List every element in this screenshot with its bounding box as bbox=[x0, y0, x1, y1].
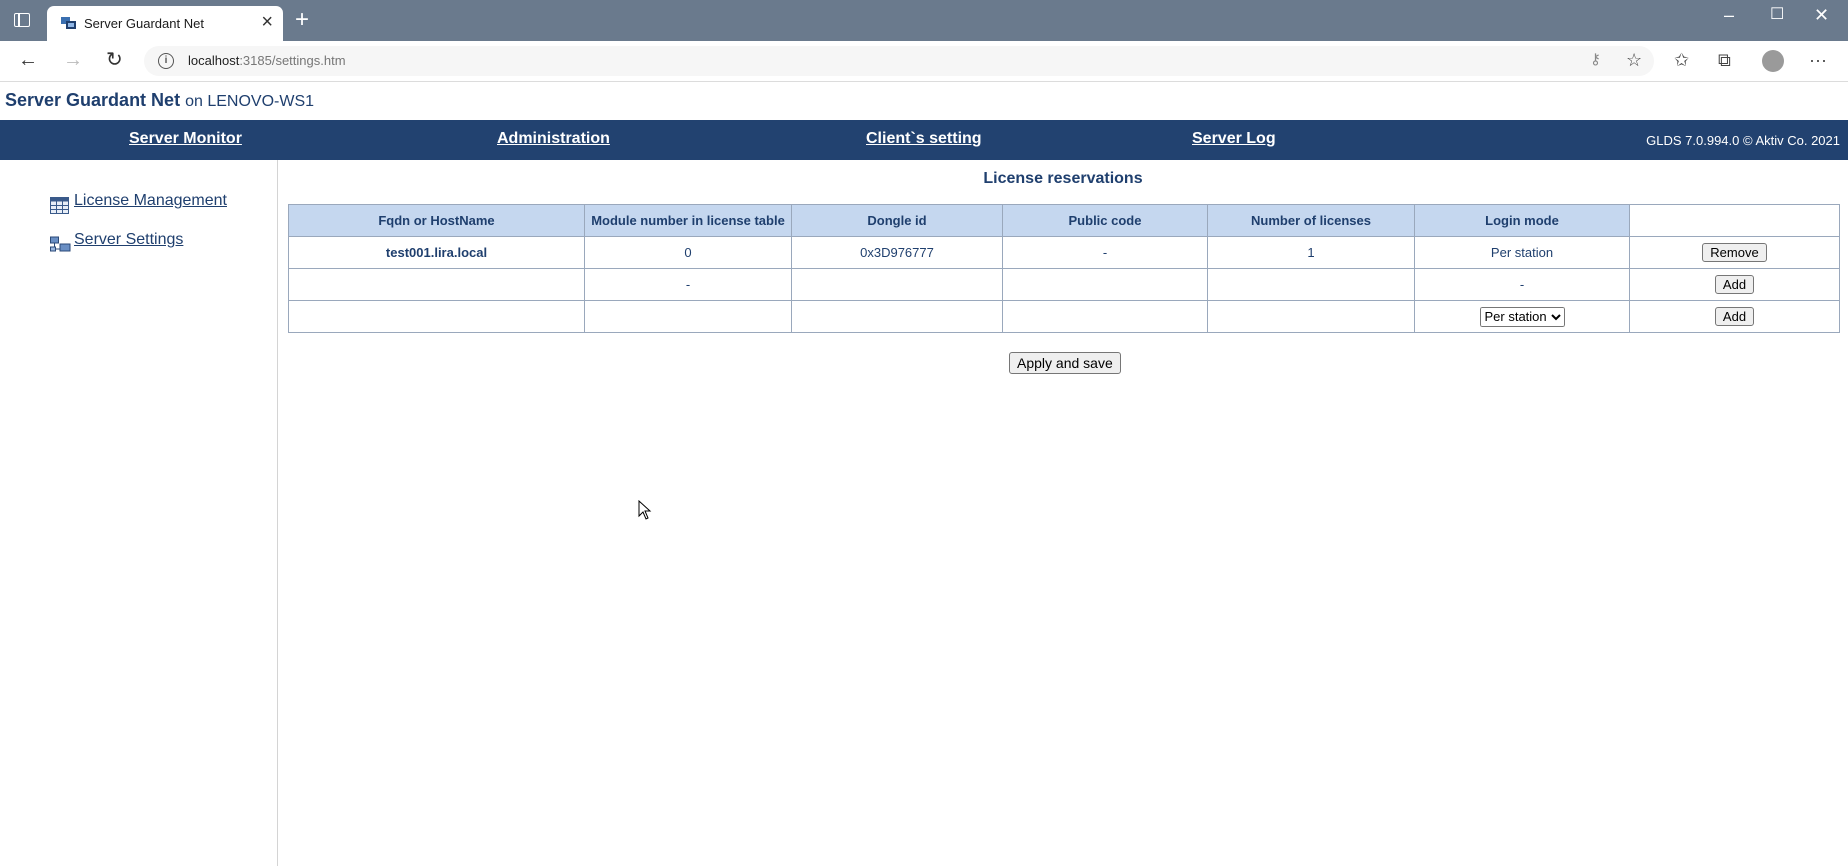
cell-login-mode: Per station bbox=[1414, 236, 1630, 269]
tab-actions-icon[interactable] bbox=[14, 13, 30, 27]
url-text: localhost:3185/settings.htm bbox=[188, 53, 346, 68]
site-info-icon[interactable]: i bbox=[158, 53, 174, 69]
col-header-dongle: Dongle id bbox=[791, 204, 1003, 237]
cell-module: 0 bbox=[584, 236, 792, 269]
collections-icon[interactable]: ⧉ bbox=[1718, 49, 1731, 71]
sidebar-item-label[interactable]: License Management bbox=[74, 192, 227, 210]
table-icon bbox=[50, 197, 69, 214]
add-favorite-icon[interactable]: ☆ bbox=[1626, 49, 1642, 71]
cell-login-mode: - bbox=[1414, 268, 1630, 301]
cell-action: Remove bbox=[1629, 236, 1840, 269]
sidebar-item-label[interactable]: Server Settings bbox=[74, 231, 183, 249]
reload-icon[interactable]: ↻ bbox=[106, 49, 123, 71]
license-reservations-table: Fqdn or HostName Module number in licens… bbox=[288, 204, 1840, 333]
cell-action: Add bbox=[1629, 300, 1840, 333]
forward-icon[interactable]: → bbox=[63, 49, 83, 71]
main-navbar: Server Monitor Administration Client`s s… bbox=[0, 120, 1848, 160]
new-tab-icon[interactable]: + bbox=[295, 8, 309, 32]
version-info: GLDS 7.0.994.0 © Aktiv Co. 2021 bbox=[1646, 133, 1840, 148]
add-button[interactable]: Add bbox=[1714, 275, 1755, 294]
table-header-row: Fqdn or HostName Module number in licens… bbox=[288, 204, 1840, 237]
page-title: Server Guardant Net on LENOVO-WS1 bbox=[5, 90, 314, 111]
browser-titlebar: Server Guardant Net × + – ☐ ✕ bbox=[0, 0, 1848, 41]
minimize-icon[interactable]: – bbox=[1724, 4, 1734, 26]
address-field[interactable]: i localhost:3185/settings.htm bbox=[144, 46, 1654, 76]
favorites-icon[interactable]: ✩ bbox=[1674, 49, 1689, 71]
browser-tab[interactable]: Server Guardant Net × bbox=[47, 6, 283, 41]
nav-administration[interactable]: Administration bbox=[497, 130, 610, 148]
address-toolbar: ← → ↻ i localhost:3185/settings.htm ⚷ ☆ … bbox=[0, 41, 1848, 82]
back-icon[interactable]: ← bbox=[18, 49, 38, 71]
cell-host bbox=[288, 300, 585, 333]
cell-dongle bbox=[791, 300, 1003, 333]
cell-public-code bbox=[1002, 268, 1208, 301]
cell-login-mode: Per station bbox=[1414, 300, 1630, 333]
close-tab-icon[interactable]: × bbox=[261, 12, 273, 32]
network-servers-icon bbox=[50, 236, 71, 252]
cell-host: test001.lira.local bbox=[288, 236, 585, 269]
cell-public-code: - bbox=[1002, 236, 1208, 269]
nav-clients-setting[interactable]: Client`s setting bbox=[866, 130, 982, 148]
cell-host bbox=[288, 268, 585, 301]
sidebar: License Management Server Settings bbox=[0, 160, 278, 866]
cell-public-code bbox=[1002, 300, 1208, 333]
nav-server-log[interactable]: Server Log bbox=[1192, 130, 1276, 148]
more-menu-icon[interactable]: ··· bbox=[1809, 49, 1827, 71]
apply-and-save-button[interactable]: Apply and save bbox=[1009, 352, 1121, 374]
url-path: :3185/settings.htm bbox=[239, 53, 346, 68]
cell-module: - bbox=[584, 268, 792, 301]
app-name: Server Guardant Net bbox=[5, 90, 181, 110]
server-guardant-favicon-icon bbox=[61, 17, 76, 29]
table-row: Per station Add bbox=[288, 300, 1840, 333]
cell-dongle: 0x3D976777 bbox=[791, 236, 1003, 269]
nav-server-monitor[interactable]: Server Monitor bbox=[129, 130, 242, 148]
key-icon[interactable]: ⚷ bbox=[1590, 49, 1601, 71]
col-header-action bbox=[1629, 204, 1840, 237]
remove-button[interactable]: Remove bbox=[1702, 243, 1767, 262]
license-reservations-title: License reservations bbox=[983, 170, 1143, 187]
col-header-module: Module number in license table bbox=[584, 204, 792, 237]
url-host: localhost bbox=[188, 53, 240, 68]
add-button[interactable]: Add bbox=[1714, 307, 1755, 326]
login-mode-select[interactable]: Per station bbox=[1479, 306, 1565, 327]
maximize-icon[interactable]: ☐ bbox=[1770, 4, 1784, 26]
host-name: on LENOVO-WS1 bbox=[185, 93, 315, 110]
profile-avatar-icon[interactable] bbox=[1762, 50, 1784, 72]
cell-action: Add bbox=[1629, 268, 1840, 301]
cell-licenses bbox=[1207, 300, 1415, 333]
col-header-login-mode: Login mode bbox=[1414, 204, 1630, 237]
cell-licenses: 1 bbox=[1207, 236, 1415, 269]
close-window-icon[interactable]: ✕ bbox=[1814, 4, 1829, 26]
cell-module bbox=[584, 300, 792, 333]
cell-dongle bbox=[791, 268, 1003, 301]
table-row: - - Add bbox=[288, 268, 1840, 301]
mouse-cursor-icon bbox=[638, 500, 652, 520]
table-row: test001.lira.local 0 0x3D976777 - 1 Per … bbox=[288, 236, 1840, 269]
cell-licenses bbox=[1207, 268, 1415, 301]
col-header-host: Fqdn or HostName bbox=[288, 204, 585, 237]
col-header-licenses: Number of licenses bbox=[1207, 204, 1415, 237]
tab-title: Server Guardant Net bbox=[84, 16, 204, 31]
col-header-public-code: Public code bbox=[1002, 204, 1208, 237]
